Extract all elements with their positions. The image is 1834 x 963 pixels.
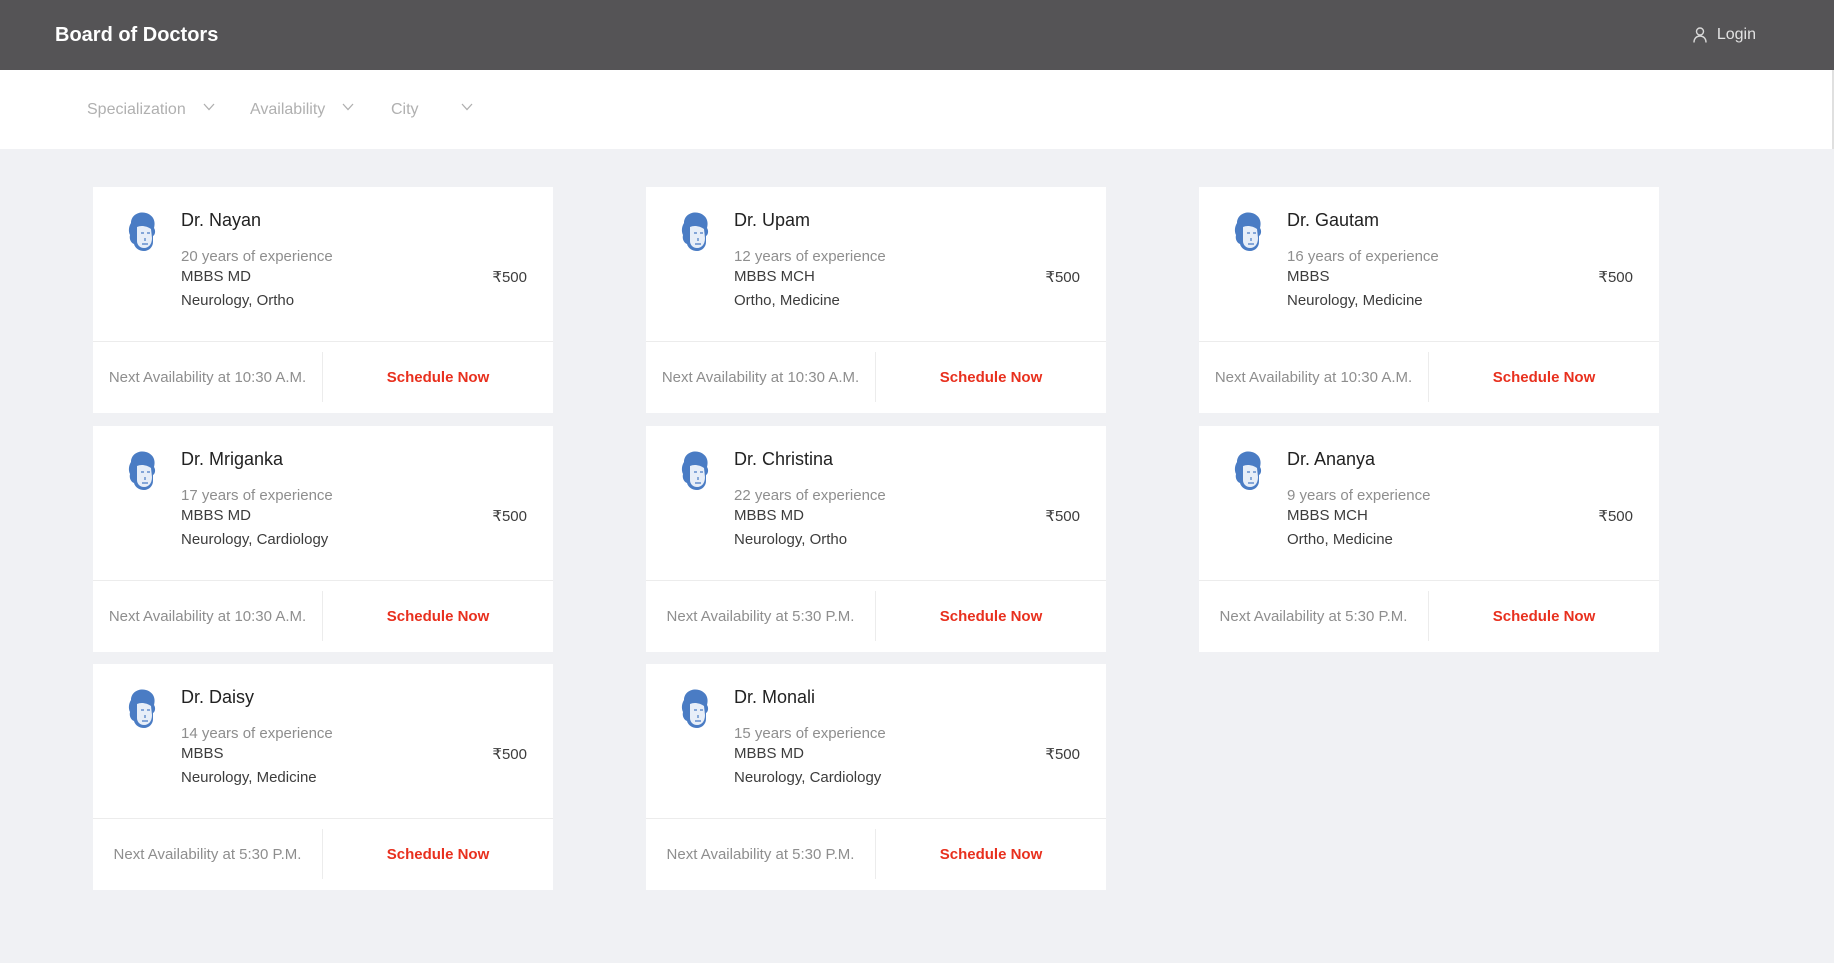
doctor-experience: 14 years of experience: [181, 725, 333, 742]
consultation-fee: ₹500: [492, 508, 527, 525]
doctor-card: Dr. Christina 22 years of experience MBB…: [646, 426, 1106, 652]
schedule-now-button[interactable]: Schedule Now: [323, 581, 553, 652]
filter-availability[interactable]: Availability: [250, 70, 360, 149]
next-availability: Next Availability at 5:30 P.M.: [666, 608, 855, 625]
consultation-fee: ₹500: [1045, 508, 1080, 525]
top-nav-bar: Board of Doctors Login: [0, 0, 1834, 70]
doctor-card: Dr. Mriganka 17 years of experience MBBS…: [93, 426, 553, 652]
schedule-now-button[interactable]: Schedule Now: [1429, 342, 1659, 413]
doctor-name: Dr. Ananya: [1287, 449, 1376, 469]
doctor-specialization: Ortho, Medicine: [734, 292, 840, 309]
doctor-avatar-icon: [681, 212, 709, 251]
login-label: Login: [1716, 26, 1756, 43]
doctor-specialization: Neurology, Ortho: [181, 292, 295, 309]
filter-specialization[interactable]: Specialization: [87, 70, 217, 149]
consultation-fee: ₹500: [1045, 746, 1080, 763]
next-availability: Next Availability at 5:30 P.M.: [666, 846, 855, 863]
doctor-specialization: Neurology, Medicine: [1287, 292, 1423, 309]
card-footer: Next Availability at 10:30 A.M. Schedule…: [93, 342, 553, 413]
doctor-experience: 9 years of experience: [1287, 487, 1431, 504]
doctor-degree: MBBS MD: [734, 507, 805, 524]
doctor-avatar-icon: [1234, 212, 1262, 251]
next-availability: Next Availability at 10:30 A.M.: [108, 369, 307, 386]
doctor-name: Dr. Daisy: [181, 687, 255, 707]
doctor-avatar-icon: [128, 689, 156, 728]
doctor-degree: MBBS MD: [181, 507, 252, 524]
doctor-card: Dr. Monali 15 years of experience MBBS M…: [646, 664, 1106, 890]
filter-label: City: [391, 100, 419, 118]
doctor-avatar-icon: [681, 451, 709, 490]
doctor-avatar-icon: [1234, 451, 1262, 490]
doctor-avatar-icon: [128, 451, 156, 490]
card-footer: Next Availability at 5:30 P.M. Schedule …: [93, 819, 553, 890]
doctor-name: Dr. Mriganka: [181, 449, 284, 469]
doctor-name: Dr. Gautam: [1287, 210, 1380, 230]
doctor-degree: MBBS MD: [181, 268, 252, 285]
chevron-down-icon: [342, 103, 354, 111]
doctor-specialization: Ortho, Medicine: [1287, 531, 1393, 548]
schedule-now-button[interactable]: Schedule Now: [323, 342, 553, 413]
doctor-degree: MBBS MCH: [734, 268, 815, 285]
doctor-experience: 12 years of experience: [734, 248, 886, 265]
card-footer: Next Availability at 5:30 P.M. Schedule …: [646, 819, 1106, 890]
schedule-now-button[interactable]: Schedule Now: [876, 342, 1106, 413]
consultation-fee: ₹500: [492, 746, 527, 763]
card-footer: Next Availability at 10:30 A.M. Schedule…: [646, 342, 1106, 413]
doctor-name: Dr. Upam: [734, 210, 811, 230]
doctor-name: Dr. Nayan: [181, 210, 262, 230]
filter-label: Specialization: [87, 100, 186, 118]
doctor-card: Dr. Ananya 9 years of experience MBBS MC…: [1199, 426, 1659, 652]
consultation-fee: ₹500: [1598, 269, 1633, 286]
schedule-now-button[interactable]: Schedule Now: [876, 581, 1106, 652]
doctor-specialization: Neurology, Cardiology: [734, 769, 882, 786]
next-availability: Next Availability at 10:30 A.M.: [108, 608, 307, 625]
schedule-now-button[interactable]: Schedule Now: [876, 819, 1106, 890]
doctor-experience: 17 years of experience: [181, 487, 333, 504]
consultation-fee: ₹500: [1045, 269, 1080, 286]
doctor-card: Dr. Upam 12 years of experience MBBS MCH…: [646, 187, 1106, 413]
doctor-experience: 22 years of experience: [734, 487, 886, 504]
doctor-name: Dr. Christina: [734, 449, 834, 469]
card-footer: Next Availability at 5:30 P.M. Schedule …: [1199, 581, 1659, 652]
doctor-specialization: Neurology, Medicine: [181, 769, 317, 786]
card-footer: Next Availability at 10:30 A.M. Schedule…: [1199, 342, 1659, 413]
next-availability: Next Availability at 5:30 P.M.: [113, 846, 302, 863]
doctor-avatar-icon: [128, 212, 156, 251]
filter-city[interactable]: City: [391, 70, 481, 149]
next-availability: Next Availability at 5:30 P.M.: [1219, 608, 1408, 625]
doctor-experience: 20 years of experience: [181, 248, 333, 265]
filter-label: Availability: [250, 100, 326, 118]
login-button[interactable]: Login: [1693, 26, 1756, 44]
user-icon: [1693, 27, 1707, 43]
doctor-experience: 16 years of experience: [1287, 248, 1439, 265]
doctor-degree: MBBS: [181, 745, 224, 762]
schedule-now-button[interactable]: Schedule Now: [1429, 581, 1659, 652]
next-availability: Next Availability at 10:30 A.M.: [661, 369, 860, 386]
card-footer: Next Availability at 5:30 P.M. Schedule …: [646, 581, 1106, 652]
doctor-specialization: Neurology, Cardiology: [181, 531, 329, 548]
consultation-fee: ₹500: [492, 269, 527, 286]
doctor-avatar-icon: [681, 689, 709, 728]
card-footer: Next Availability at 10:30 A.M. Schedule…: [93, 581, 553, 652]
doctor-degree: MBBS MD: [734, 745, 805, 762]
doctor-experience: 15 years of experience: [734, 725, 886, 742]
filter-bar: Specialization Availability City: [0, 70, 1834, 149]
consultation-fee: ₹500: [1598, 508, 1633, 525]
schedule-now-button[interactable]: Schedule Now: [323, 819, 553, 890]
doctor-degree: MBBS MCH: [1287, 507, 1368, 524]
doctor-degree: MBBS: [1287, 268, 1330, 285]
doctor-card: Dr. Nayan 20 years of experience MBBS MD…: [93, 187, 553, 413]
chevron-down-icon: [203, 103, 215, 111]
doctor-name: Dr. Monali: [734, 687, 816, 707]
doctor-specialization: Neurology, Ortho: [734, 531, 848, 548]
chevron-down-icon: [461, 103, 473, 111]
app-title: Board of Doctors: [55, 23, 219, 46]
doctor-card: Dr. Gautam 16 years of experience MBBS N…: [1199, 187, 1659, 413]
doctor-card: Dr. Daisy 14 years of experience MBBS Ne…: [93, 664, 553, 890]
next-availability: Next Availability at 10:30 A.M.: [1214, 369, 1413, 386]
